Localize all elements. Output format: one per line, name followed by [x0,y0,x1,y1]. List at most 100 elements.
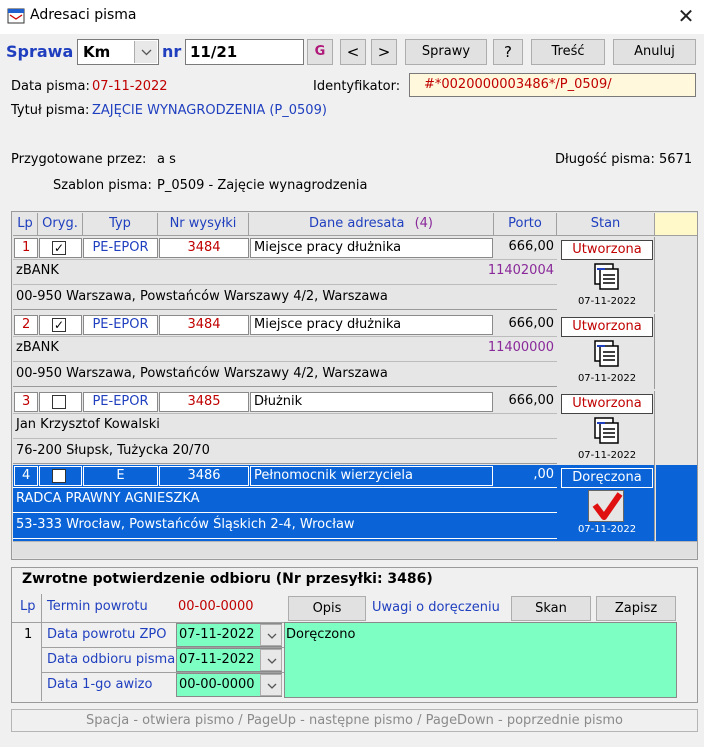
document-icon[interactable] [588,416,622,446]
row-nr-cell[interactable]: 3485 [159,392,249,412]
header-porto[interactable]: Porto [494,213,557,235]
row-dane-cell[interactable]: Miejsce pracy dłużnika [250,315,493,335]
row-typ-cell[interactable]: PE-EPOR [83,238,158,258]
row-porto: 666,00 [508,316,555,331]
row-stan: Doręczona [561,468,653,488]
row-porto-cell[interactable]: 666,00 [494,315,557,335]
przygotowane-value: a s [157,152,176,167]
row-address: 00-950 Warszawa, Powstańców Warszawy 4/2… [16,289,388,304]
km-select[interactable]: Km [77,39,159,65]
row-line2[interactable]: RADCA PRAWNY AGNIESZKA [13,487,557,511]
row-dane-cell[interactable]: Pełnomocnik wierzyciela [250,466,493,486]
oryg-checkbox[interactable]: ✓ [52,318,66,332]
row-nr: 3484 [187,240,221,255]
row-dane: Pełnomocnik wierzyciela [254,468,413,483]
oryg-checkbox[interactable]: ✓ [52,241,66,255]
powrot-date-dropdown[interactable] [260,624,282,646]
powrot-date-field[interactable]: 07-11-2022 [176,623,282,647]
oryg-checkbox[interactable] [52,395,66,409]
dlugosc-label: Długość pisma: [555,152,655,167]
row-nr-cell[interactable]: 3484 [159,315,249,335]
row-porto: ,00 [533,467,554,482]
row-nr-cell[interactable]: 3484 [159,238,249,258]
row-line3[interactable]: 53-333 Wrocław, Powstańców Śląskich 2-4,… [13,512,557,539]
row-typ-cell[interactable]: E [83,466,158,486]
powrot-date-value: 07-11-2022 [179,627,255,642]
tresc-button[interactable]: Treść [531,39,605,65]
identyfikator-field[interactable]: #*0020000003486*/P_0509/ [409,73,696,97]
uwagi-textarea[interactable]: Doręczono [284,622,677,698]
row-porto-cell[interactable]: ,00 [494,466,557,486]
status-text: Spacja - otwiera pismo / PageUp - następ… [86,713,623,728]
row-typ: PE-EPOR [92,394,149,409]
header-oryg[interactable]: Oryg. [38,213,83,235]
termin-value: 00-00-0000 [178,599,254,614]
row-line3[interactable]: 00-950 Warszawa, Powstańców Warszawy 4/2… [13,361,557,387]
header-nr-wysylki[interactable]: Nr wysyłki [158,213,249,235]
row-lp-cell[interactable]: 3 [14,392,38,412]
opis-button[interactable]: Opis [288,596,366,621]
close-icon[interactable]: ✕ [672,3,700,29]
row-dane-cell[interactable]: Miejsce pracy dłużnika [250,238,493,258]
identyfikator-label: Identyfikator: [313,79,401,94]
szablon-label: Szablon pisma: [53,178,152,193]
sprawy-button[interactable]: Sprawy [405,39,487,65]
row-oryg-cell[interactable] [39,466,82,486]
row-line3[interactable]: 00-950 Warszawa, Powstańców Warszawy 4/2… [13,284,557,310]
row-line2[interactable]: Jan Krzysztof Kowalski [13,413,557,437]
title-bar: Adresaci pisma ✕ [0,0,704,34]
header-dane-adresata[interactable]: Dane adresata (4) [249,213,494,235]
zpo-title: Zwrotne potwierdzenie odbioru (Nr przesy… [22,571,433,587]
table-scrollbar[interactable] [13,541,697,558]
chevron-down-icon [267,683,277,689]
row-line2[interactable]: zBANK 11400000 [13,336,557,360]
header-typ[interactable]: Typ [83,213,158,235]
awizo-date-field[interactable]: 00-00-0000 [176,673,282,697]
row-stan: Utworzona [561,394,653,414]
row-stan: Utworzona [561,317,653,337]
row-typ-cell[interactable]: PE-EPOR [83,392,158,412]
skan-button[interactable]: Skan [511,596,591,621]
oryg-checkbox[interactable] [52,469,66,483]
row-typ: PE-EPOR [92,240,149,255]
row-line2[interactable]: zBANK 11402004 [13,259,557,283]
row-porto-cell[interactable]: 666,00 [494,238,557,258]
row-oryg-cell[interactable]: ✓ [39,315,82,335]
row-lp-cell[interactable]: 2 [14,315,38,335]
awizo-date-dropdown[interactable] [260,674,282,696]
row-code: 11402004 [487,263,554,278]
tytul-label: Tytuł pisma: [11,103,90,118]
nr-input[interactable]: 11/21 [185,39,304,65]
row-line3[interactable]: 76-200 Słupsk, Tużycka 20/70 [13,438,557,464]
row-typ-cell[interactable]: PE-EPOR [83,315,158,335]
row-name: zBANK [16,263,59,278]
row-porto-cell[interactable]: 666,00 [494,392,557,412]
header-lp[interactable]: Lp [13,213,38,235]
odbior-date-field[interactable]: 07-11-2022 [176,648,282,672]
prev-button[interactable]: < [340,39,366,65]
row-lp-cell[interactable]: 1 [14,238,38,258]
row-dane-cell[interactable]: Dłużnik [250,392,493,412]
row-stan-date: 07-11-2022 [577,373,637,384]
table-right-filler [656,465,697,541]
zpo-row-lp: 1 [24,627,33,642]
document-icon[interactable] [588,339,622,369]
row-stan-date: 07-11-2022 [577,524,637,535]
next-button[interactable]: > [371,39,397,65]
delivered-icon-box[interactable] [588,490,624,522]
row-lp-cell[interactable]: 4 [14,466,38,486]
help-button[interactable]: ? [493,39,523,65]
odbior-date-dropdown[interactable] [260,649,282,671]
km-dropdown-button[interactable] [134,41,157,63]
row-oryg-cell[interactable]: ✓ [39,238,82,258]
anuluj-button[interactable]: Anuluj [613,39,696,65]
zapisz-button[interactable]: Zapisz [596,596,676,621]
document-icon[interactable] [588,262,622,292]
row-dane: Miejsce pracy dłużnika [254,240,402,255]
g-button[interactable]: G [307,39,333,65]
termin-label: Termin powrotu [47,599,148,614]
header-count: (4) [414,216,433,231]
row-nr-cell[interactable]: 3486 [159,466,249,486]
row-oryg-cell[interactable] [39,392,82,412]
header-stan[interactable]: Stan [557,213,655,235]
